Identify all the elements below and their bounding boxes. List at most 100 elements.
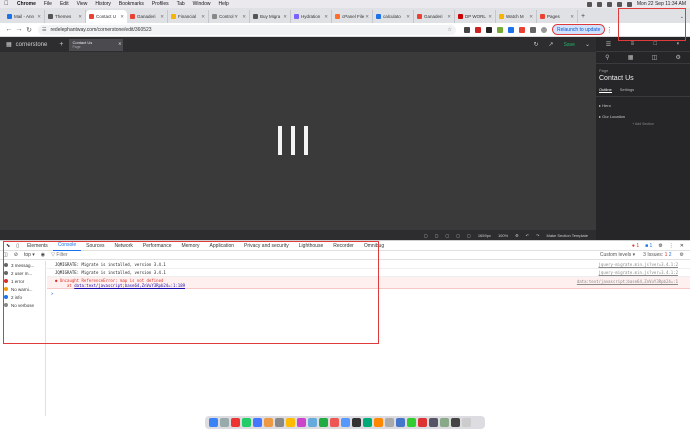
layout-icon[interactable]: ▢ [445,233,449,238]
close-tab-icon[interactable]: ✕ [120,14,124,20]
dock-app-icon[interactable] [396,418,405,427]
dock-app-icon[interactable] [363,418,372,427]
browser-tab[interactable]: Ganaderi ✕ [414,10,455,23]
close-tab-icon[interactable]: ✕ [365,14,369,20]
tab-settings[interactable]: Settings [620,87,634,93]
make-template-link[interactable]: Make Section Template [546,233,588,238]
dock-app-icon[interactable] [319,418,328,427]
chrome-menu-icon[interactable]: ⋮ [604,26,614,34]
status-icon[interactable] [586,1,592,7]
tab-console[interactable]: Console [52,241,82,251]
tab-lighthouse[interactable]: Lighthouse [294,241,328,251]
menu-app-name[interactable]: Chrome [17,1,36,7]
dropdown-icon[interactable]: ⌄ [585,41,590,48]
tab-sources[interactable]: Sources [81,241,109,251]
apple-icon[interactable]:  [4,1,11,7]
layout-icon[interactable]: ▢ [435,233,439,238]
tab-privacy[interactable]: Privacy and security [239,241,294,251]
log-levels-dropdown[interactable]: Custom levels ▾ [600,252,635,258]
extension-icon[interactable] [497,26,503,33]
browser-tab[interactable]: Hydration ✕ [291,10,332,23]
site-info-icon[interactable]: ☰ [42,27,46,33]
menu-help[interactable]: Help [218,1,228,7]
issues-count-badge[interactable]: ■ 1 [645,243,652,249]
close-tab-icon[interactable]: ✕ [160,14,164,20]
clock[interactable]: Mon 22 Sep 11:34 AM [637,1,686,7]
settings-icon[interactable]: ⚙ [515,233,519,238]
context-selector[interactable]: top ▾ [24,252,35,258]
dock-app-icon[interactable] [253,418,262,427]
relaunch-update-button[interactable]: Relaunch to update [551,24,606,35]
sidebar-toggle-icon[interactable]: ◫ [3,252,8,258]
dock-app-icon[interactable] [385,418,394,427]
reload-icon[interactable]: ↻ [24,26,34,34]
extension-icon[interactable] [475,26,481,33]
fonts-icon[interactable]: □ [654,41,658,47]
close-tab-icon[interactable]: ✕ [406,14,410,20]
dock-app-icon[interactable] [352,418,361,427]
new-tab-button[interactable]: + [578,10,588,23]
dock-app-icon[interactable] [451,418,460,427]
close-document-icon[interactable]: ✕ [118,41,121,46]
url-text[interactable]: redelephantway.com/cornerstone/edit/3605… [50,27,151,33]
search-icon[interactable]: ⚲ [605,54,609,61]
browser-tab[interactable]: DP WORL ✕ [455,10,496,23]
close-tab-icon[interactable]: ✕ [283,14,287,20]
browser-tab[interactable]: cPanel File ✕ [332,10,373,23]
tab-network[interactable]: Network [110,241,138,251]
dock-app-icon[interactable] [308,418,317,427]
dock-app-icon[interactable] [209,418,218,427]
console-filter-item[interactable]: 2 info [0,293,45,301]
forward-icon[interactable]: → [14,26,24,33]
browser-tab[interactable]: Watch M ✕ [496,10,537,23]
dock-app-icon[interactable] [264,418,273,427]
layout-icon[interactable]: ▢ [456,233,460,238]
browser-tab[interactable]: calculato ✕ [373,10,414,23]
close-tab-icon[interactable]: ✕ [78,14,82,20]
device-toolbar-icon[interactable]: ▯ [13,243,22,249]
outline-section-location[interactable]: ▸ Our Location + Add Section [596,108,690,126]
message-source-link[interactable]: jquery-migrate.min.js?ver=3.4.1:2 [599,262,678,267]
refresh-preview-icon[interactable]: ↻ [534,41,539,48]
message-source-link[interactable]: jquery-migrate.min.js?ver=3.4.1:2 [599,270,678,275]
close-tab-icon[interactable]: ✕ [488,14,492,20]
dock-app-icon[interactable] [275,418,284,427]
browser-tab[interactable]: Mail - Ann ✕ [4,10,45,23]
console-filter-item[interactable]: 3 messag... [0,261,45,269]
extension-icon[interactable] [486,26,492,33]
battery-icon[interactable] [596,1,602,7]
tab-performance[interactable]: Performance [138,241,177,251]
dock-app-icon[interactable] [429,418,438,427]
zoom-level[interactable]: 100% [498,233,508,238]
dock-app-icon[interactable] [418,418,427,427]
control-center-icon[interactable] [626,1,632,7]
console-filter-item[interactable]: No warni... [0,285,45,293]
extension-icon[interactable] [508,26,514,33]
error-count-badge[interactable]: ● 1 [632,243,639,249]
add-section-button[interactable]: + Add Section [599,122,687,126]
browser-tab[interactable]: Contact U ✕ [86,10,127,23]
cornerstone-logo-icon[interactable]: ▦ [6,41,12,48]
settings-icon[interactable]: ⚙ [675,54,680,61]
menu-bookmarks[interactable]: Bookmarks [119,1,144,7]
menu-tab[interactable]: Tab [177,1,185,7]
tab-search-icon[interactable]: ⌄ [680,10,684,23]
dock-app-icon[interactable] [462,418,471,427]
menu-profiles[interactable]: Profiles [152,1,169,7]
layers-icon[interactable]: ☰ [606,41,611,48]
profile-avatar[interactable] [541,26,547,33]
viewport-size[interactable]: 1659px [478,233,491,238]
close-icon[interactable]: ✕ [680,243,684,249]
menu-history[interactable]: History [95,1,111,7]
back-icon[interactable]: ← [4,26,14,33]
stack-icon[interactable]: ◫ [652,54,658,61]
stack-link[interactable]: data:text/javascript;base64,ZnVuY3Rpb24=… [74,283,185,288]
close-tab-icon[interactable]: ✕ [447,14,451,20]
dock-app-icon[interactable] [341,418,350,427]
wifi-icon[interactable] [606,1,612,7]
save-button[interactable]: Save [564,42,575,48]
tab-outline[interactable]: Outline [599,87,612,93]
console-filter-item[interactable]: 1 error [0,277,45,285]
menu-edit[interactable]: Edit [60,1,69,7]
undo-icon[interactable]: ↶ [526,233,529,238]
